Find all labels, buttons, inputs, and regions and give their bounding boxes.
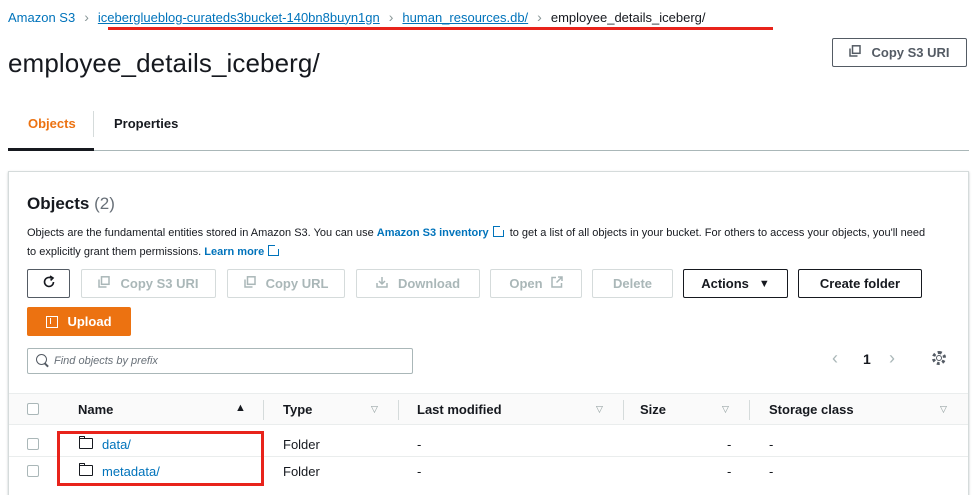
download-label: Download bbox=[397, 276, 461, 291]
breadcrumb-database-link[interactable]: human_resources.db/ bbox=[402, 10, 528, 25]
chevron-right-icon: › bbox=[84, 9, 89, 25]
description-text: Objects are the fundamental entities sto… bbox=[27, 227, 377, 239]
object-type: Folder bbox=[283, 437, 320, 452]
open-label: Open bbox=[509, 276, 543, 291]
upload-label: Upload bbox=[67, 314, 112, 329]
sort-icon[interactable]: ▽ bbox=[940, 404, 947, 415]
row-checkbox[interactable] bbox=[27, 465, 39, 477]
sort-icon[interactable]: ▽ bbox=[371, 404, 378, 415]
column-header-last-modified[interactable]: Last modified bbox=[417, 402, 502, 417]
sort-icon[interactable]: ▽ bbox=[722, 404, 729, 415]
tab-objects[interactable]: Objects bbox=[28, 116, 76, 131]
actions-dropdown[interactable]: Actions ▼ bbox=[683, 269, 788, 298]
pagination-page-number[interactable]: 1 bbox=[863, 351, 871, 367]
copy-s3-uri-label: Copy S3 URI bbox=[871, 45, 950, 60]
column-separator bbox=[398, 400, 399, 420]
external-link-icon bbox=[550, 276, 563, 291]
delete-button[interactable]: Delete bbox=[592, 269, 673, 298]
object-storage-class: - bbox=[769, 464, 774, 479]
copy-s3-uri-label: Copy S3 URI bbox=[120, 276, 199, 291]
open-button[interactable]: Open bbox=[490, 269, 582, 298]
copy-icon bbox=[849, 45, 862, 60]
gear-icon-center bbox=[936, 355, 942, 361]
annotation-highlight-box bbox=[57, 431, 264, 486]
objects-panel-title: Objects (2) bbox=[27, 194, 115, 214]
sort-icon[interactable]: ▽ bbox=[596, 404, 603, 415]
pagination-prev-icon[interactable]: ‹ bbox=[832, 348, 838, 369]
copy-icon bbox=[243, 276, 256, 291]
row-checkbox[interactable] bbox=[27, 438, 39, 450]
download-button[interactable]: Download bbox=[356, 269, 480, 298]
object-last-modified: - bbox=[417, 464, 422, 479]
create-folder-button[interactable]: Create folder bbox=[798, 269, 922, 298]
copy-s3-uri-button[interactable]: Copy S3 URI bbox=[81, 269, 216, 298]
s3-inventory-link[interactable]: Amazon S3 inventory bbox=[377, 227, 489, 239]
create-folder-label: Create folder bbox=[819, 276, 901, 291]
search-input[interactable] bbox=[54, 352, 404, 370]
delete-label: Delete bbox=[612, 276, 653, 291]
column-header-storage-class[interactable]: Storage class bbox=[769, 402, 854, 417]
breadcrumb-amazon-s3-link[interactable]: Amazon S3 bbox=[8, 10, 75, 25]
copy-icon bbox=[98, 276, 111, 291]
breadcrumb: Amazon S3 › iceberglueblog-curateds3buck… bbox=[8, 8, 706, 26]
tab-divider bbox=[93, 111, 94, 137]
upload-button[interactable]: Upload bbox=[27, 307, 131, 336]
pagination-next-icon[interactable]: › bbox=[889, 348, 895, 369]
objects-count: (2) bbox=[94, 194, 115, 213]
column-separator bbox=[623, 400, 624, 420]
breadcrumb-bucket-link[interactable]: iceberglueblog-curateds3bucket-140bn8buy… bbox=[98, 10, 380, 25]
search-field[interactable] bbox=[27, 348, 413, 374]
column-header-size[interactable]: Size bbox=[640, 402, 666, 417]
copy-url-label: Copy URL bbox=[265, 276, 329, 291]
column-header-name[interactable]: Name bbox=[78, 402, 113, 417]
copy-s3-uri-header-button[interactable]: Copy S3 URI bbox=[832, 38, 967, 67]
column-separator bbox=[749, 400, 750, 420]
object-size: - bbox=[727, 437, 732, 452]
tab-properties[interactable]: Properties bbox=[114, 116, 178, 131]
copy-url-button[interactable]: Copy URL bbox=[227, 269, 345, 298]
upload-icon bbox=[46, 315, 59, 328]
objects-title: Objects bbox=[27, 194, 90, 213]
page-title: employee_details_iceberg/ bbox=[8, 48, 320, 78]
external-link-icon bbox=[492, 224, 506, 237]
caret-down-icon: ▼ bbox=[758, 277, 770, 290]
column-separator bbox=[263, 400, 264, 420]
object-storage-class: - bbox=[769, 437, 774, 452]
tabs-underline bbox=[8, 150, 969, 151]
refresh-button[interactable] bbox=[27, 269, 70, 298]
chevron-right-icon: › bbox=[388, 9, 394, 25]
external-link-icon bbox=[268, 243, 282, 256]
refresh-icon bbox=[42, 275, 56, 292]
sort-ascending-icon[interactable]: ▲ bbox=[235, 402, 246, 414]
actions-label: Actions bbox=[701, 276, 749, 291]
column-header-type[interactable]: Type bbox=[283, 402, 312, 417]
download-icon bbox=[376, 276, 388, 291]
objects-description: Objects are the fundamental entities sto… bbox=[27, 224, 927, 262]
tab-active-indicator bbox=[8, 148, 94, 151]
object-size: - bbox=[727, 464, 732, 479]
object-type: Folder bbox=[283, 464, 320, 479]
chevron-right-icon: › bbox=[537, 9, 542, 25]
learn-more-link[interactable]: Learn more bbox=[204, 246, 264, 258]
breadcrumb-current: employee_details_iceberg/ bbox=[550, 9, 706, 25]
object-last-modified: - bbox=[417, 437, 422, 452]
select-all-checkbox[interactable] bbox=[27, 403, 39, 415]
annotation-underline bbox=[108, 27, 773, 30]
